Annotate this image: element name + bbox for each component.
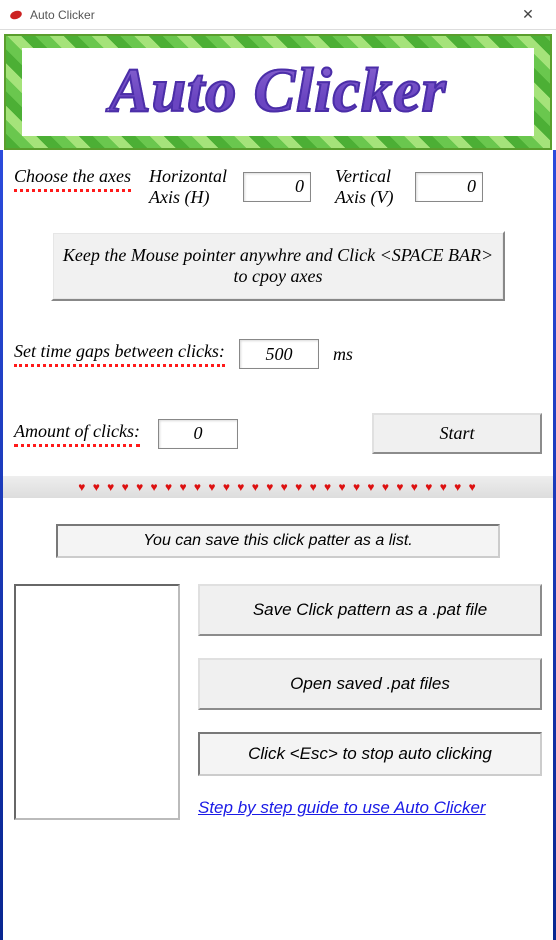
clicks-row: Amount of clicks: Start bbox=[14, 413, 542, 454]
banner-inner: Auto Clicker bbox=[22, 48, 533, 135]
close-icon[interactable]: ✕ bbox=[508, 6, 548, 23]
clicks-input[interactable] bbox=[158, 419, 238, 449]
axes-row: Choose the axes Horizontal Axis (H) Vert… bbox=[14, 166, 542, 207]
time-gap-input[interactable] bbox=[239, 339, 319, 369]
clicks-label: Amount of clicks: bbox=[14, 421, 140, 447]
copy-axes-hint: Keep the Mouse pointer anywhre and Click… bbox=[51, 231, 505, 301]
time-gap-label: Set time gaps between clicks: bbox=[14, 341, 225, 367]
main-content: Choose the axes Horizontal Axis (H) Vert… bbox=[0, 150, 556, 454]
h-axis-group: Horizontal Axis (H) bbox=[149, 166, 311, 207]
app-icon bbox=[8, 7, 24, 23]
v-axis-label: Vertical Axis (V) bbox=[335, 166, 411, 207]
app-banner: Auto Clicker bbox=[4, 34, 552, 150]
h-axis-label: Horizontal Axis (H) bbox=[149, 166, 239, 207]
choose-axes-label: Choose the axes bbox=[14, 166, 131, 192]
time-gap-row: Set time gaps between clicks: ms bbox=[14, 339, 542, 369]
v-axis-group: Vertical Axis (V) bbox=[335, 166, 483, 207]
time-gap-unit: ms bbox=[333, 344, 353, 365]
right-column: Save Click pattern as a .pat file Open s… bbox=[198, 584, 542, 820]
start-button[interactable]: Start bbox=[372, 413, 542, 454]
open-pattern-button[interactable]: Open saved .pat files bbox=[198, 658, 542, 710]
save-pattern-button[interactable]: Save Click pattern as a .pat file bbox=[198, 584, 542, 636]
h-axis-input[interactable] bbox=[243, 172, 311, 202]
window-title: Auto Clicker bbox=[30, 8, 508, 22]
bottom-panel: Save Click pattern as a .pat file Open s… bbox=[0, 584, 556, 820]
esc-hint: Click <Esc> to stop auto clicking bbox=[198, 732, 542, 776]
guide-link[interactable]: Step by step guide to use Auto Clicker bbox=[198, 798, 542, 818]
pattern-listbox[interactable] bbox=[14, 584, 180, 820]
save-hint-box: You can save this click patter as a list… bbox=[56, 524, 501, 558]
window-titlebar: Auto Clicker ✕ bbox=[0, 0, 556, 30]
v-axis-text: Vertical Axis (V) bbox=[335, 166, 411, 207]
divider-hearts: ♥ ♥ ♥ ♥ ♥ ♥ ♥ ♥ ♥ ♥ ♥ ♥ ♥ ♥ ♥ ♥ ♥ ♥ ♥ ♥ … bbox=[0, 476, 556, 498]
banner-title: Auto Clicker bbox=[109, 56, 447, 127]
h-axis-text: Horizontal Axis (H) bbox=[149, 166, 239, 207]
v-axis-input[interactable] bbox=[415, 172, 483, 202]
decoration bbox=[0, 150, 3, 940]
